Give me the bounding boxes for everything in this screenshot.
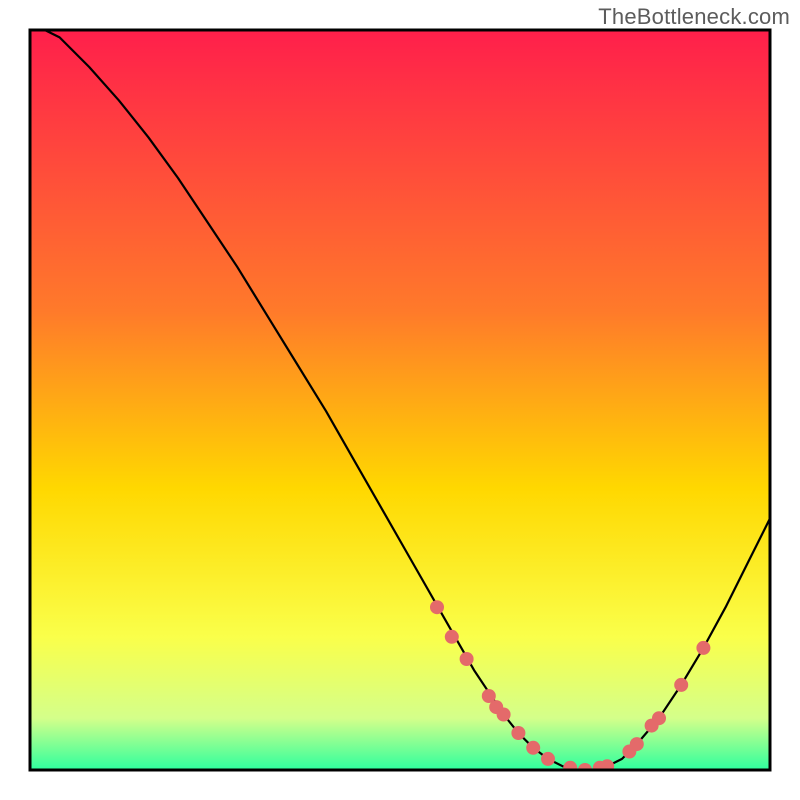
data-marker [541,752,555,766]
bottleneck-chart [0,0,800,800]
data-marker [445,630,459,644]
data-marker [652,711,666,725]
data-marker [526,741,540,755]
gradient-background [30,30,770,770]
watermark-text: TheBottleneck.com [598,4,790,30]
data-marker [497,708,511,722]
data-marker [511,726,525,740]
data-marker [674,678,688,692]
data-marker [696,641,710,655]
data-marker [430,600,444,614]
data-marker [630,737,644,751]
data-marker [460,652,474,666]
chart-container: TheBottleneck.com [0,0,800,800]
plot-area [30,30,770,777]
